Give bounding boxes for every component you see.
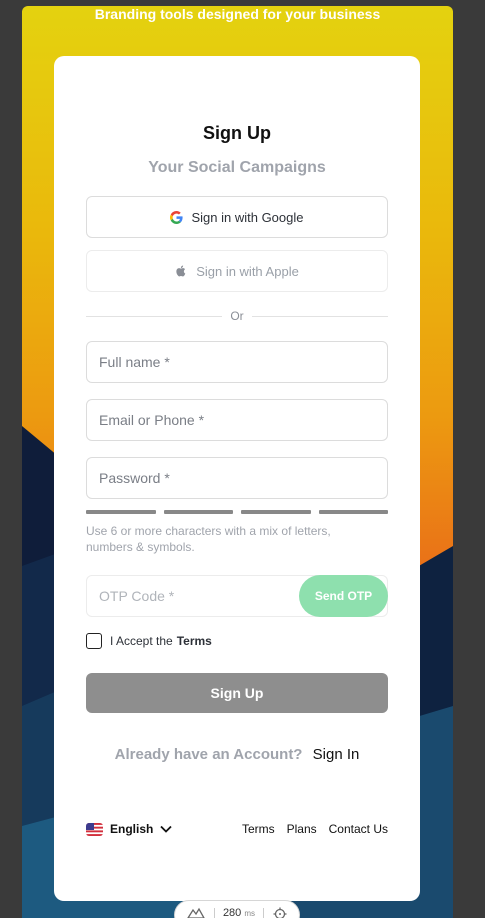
divider-line-left bbox=[86, 315, 223, 317]
send-otp-button[interactable]: Send OTP bbox=[299, 575, 388, 617]
signup-card: Sign Up Your Social Campaigns Sign in wi… bbox=[54, 56, 420, 901]
sign-in-prompt: Already have an Account? Sign In bbox=[54, 746, 420, 764]
footer-links: Terms Plans Contact Us bbox=[242, 822, 388, 836]
apple-icon bbox=[176, 265, 186, 277]
latency-value: 280 bbox=[222, 907, 242, 918]
full-name-input[interactable] bbox=[86, 341, 388, 383]
accept-terms-label: I Accept the bbox=[110, 634, 173, 648]
chevron-down-icon bbox=[160, 825, 172, 833]
strength-segment bbox=[163, 510, 233, 514]
google-icon bbox=[170, 210, 184, 224]
account-question: Already have an Account? bbox=[114, 746, 303, 763]
sign-up-button[interactable]: Sign Up bbox=[86, 673, 388, 713]
terms-link[interactable]: Terms bbox=[177, 634, 212, 648]
latency-readout: 280 ms bbox=[223, 907, 255, 918]
page-subtitle: Your Social Campaigns bbox=[148, 159, 326, 176]
otp-group: Send OTP bbox=[86, 575, 388, 617]
footer-link-contact[interactable]: Contact Us bbox=[329, 822, 388, 836]
widget-separator bbox=[263, 908, 265, 918]
email-phone-input[interactable] bbox=[86, 399, 388, 441]
apple-signin-label: Sign in with Apple bbox=[196, 263, 299, 279]
strength-segment bbox=[318, 510, 388, 514]
crosshair-icon[interactable] bbox=[273, 907, 287, 918]
footer-link-terms[interactable]: Terms bbox=[242, 822, 275, 836]
us-flag-icon bbox=[86, 822, 103, 836]
strength-segment bbox=[241, 510, 311, 514]
widget-separator bbox=[213, 908, 215, 918]
language-selector[interactable]: English bbox=[86, 822, 172, 836]
or-divider: Or bbox=[86, 308, 388, 324]
password-input[interactable] bbox=[86, 457, 388, 499]
mountain-icon[interactable] bbox=[187, 907, 205, 918]
google-signin-button[interactable]: Sign in with Google bbox=[86, 196, 388, 238]
page-title: Sign Up bbox=[203, 123, 271, 143]
password-hint: Use 6 or more characters with a mix of l… bbox=[86, 524, 331, 554]
strength-segment bbox=[86, 510, 156, 514]
password-strength-meter bbox=[86, 510, 388, 514]
apple-signin-button[interactable]: Sign in with Apple bbox=[86, 250, 388, 292]
accept-terms-row: I Accept the Terms bbox=[86, 632, 212, 650]
card-footer: English Terms Plans Contact Us bbox=[86, 820, 388, 838]
divider-line-right bbox=[251, 315, 388, 317]
tagline: Branding tools designed for your busines… bbox=[94, 6, 381, 22]
accept-terms-checkbox[interactable] bbox=[86, 633, 102, 649]
sign-in-link[interactable]: Sign In bbox=[313, 746, 360, 763]
latency-unit: ms bbox=[244, 909, 256, 918]
divider-label: Or bbox=[230, 309, 244, 323]
google-signin-label: Sign in with Google bbox=[191, 209, 304, 225]
language-label: English bbox=[110, 822, 154, 836]
footer-link-plans[interactable]: Plans bbox=[287, 822, 317, 836]
latency-widget: 280 ms bbox=[174, 900, 300, 918]
